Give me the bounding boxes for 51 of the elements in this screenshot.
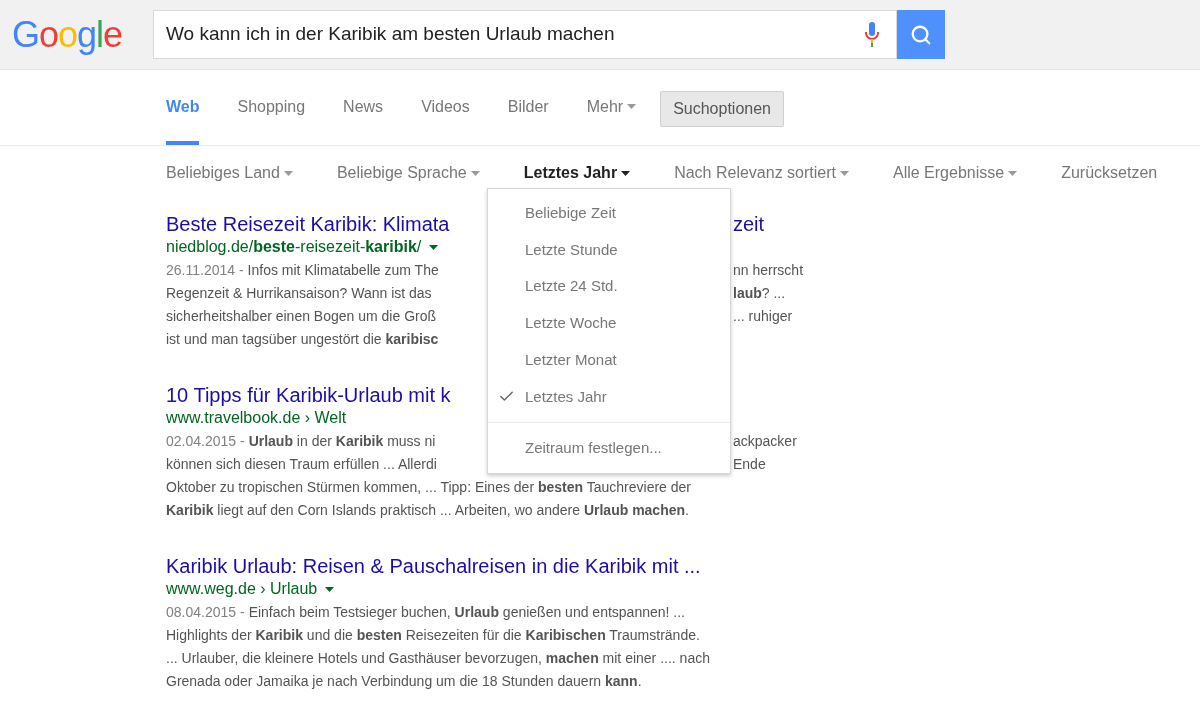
result-snippet: nn herrscht: [733, 261, 804, 280]
nav-tab[interactable]: Web: [166, 72, 200, 145]
nav-tab[interactable]: Bilder: [507, 72, 549, 145]
search-icon: [910, 23, 932, 46]
filter-menu[interactable]: Letztes Jahr: [523, 161, 631, 185]
filter-menu[interactable]: Nach Relevanz sortiert: [674, 161, 849, 185]
result-snippet: Grenada oder Jamaika je nach Verbindung um die 18 Stunden dauern kann.: [166, 672, 642, 691]
search-tools-button[interactable]: Suchoptionen: [660, 90, 784, 127]
search-button[interactable]: [897, 10, 945, 59]
result-date: 02.04.2015 -: [166, 432, 245, 451]
result-snippet: Oktober zu tropischen Stürmen kommen, ... Tipp: Eines der besten Tauchreviere der: [166, 478, 691, 497]
result-url: www.weg.de › Urlaub: [166, 579, 318, 599]
result-snippet: Regenzeit & Hurrikansaison? Wann ist das: [166, 284, 432, 303]
nav-tab[interactable]: Videos: [421, 72, 470, 145]
result-date: 26.11.2014 -: [166, 261, 244, 280]
caret-icon[interactable]: [429, 244, 439, 250]
result-snippet: Urlaub in der Karibik muss ni: [248, 432, 436, 451]
menu-item[interactable]: Letzte Stunde: [525, 238, 618, 262]
result-snippet: können sich diesen Traum erfüllen ... Allerdi: [166, 455, 437, 474]
result-snippet: ... Urlauber, die kleinere Hotels und Gasthäuser bevorzugen, machen mit einer .... nach: [166, 649, 710, 668]
result-snippet: Einfach beim Testsieger buchen, Urlaub genießen und entspannen! ...: [248, 603, 685, 622]
menu-item[interactable]: Letzte 24 Std.: [525, 275, 618, 298]
result-snippet: laub? ...: [733, 284, 786, 303]
search-query: Wo kann ich in der Karibik am besten Urlaub machen: [166, 22, 616, 47]
result-snippet: sicherheitshalber einen Bogen um die Groß: [166, 307, 437, 326]
menu-item[interactable]: Letzte Woche: [525, 312, 617, 335]
filter-menu[interactable]: Beliebiges Land: [166, 161, 293, 185]
nav-tab[interactable]: Shopping: [237, 72, 306, 145]
result-snippet: Infos mit Klimatabelle zum The: [247, 261, 439, 280]
logo[interactable]: Google: [12, 16, 153, 53]
result-snippet: ist und man tagsüber ungestört die karibisc: [166, 330, 439, 349]
menu-item[interactable]: Beliebige Zeit: [525, 202, 616, 225]
menu-item[interactable]: Zeitraum festlegen...: [525, 437, 662, 460]
result-date: 08.04.2015 -: [166, 603, 245, 622]
menu-item[interactable]: Letzter Monat: [525, 348, 617, 372]
filter-menu[interactable]: Zurücksetzen: [1061, 161, 1158, 185]
caret-icon[interactable]: [325, 586, 335, 592]
result-snippet: ackpacker: [733, 432, 797, 451]
result-snippet: Highlights der Karibik und die besten Reisezeiten für die Karibischen Traumstrände.: [166, 626, 700, 645]
microphone-icon[interactable]: [864, 22, 880, 47]
menu-item[interactable]: Letztes Jahr: [525, 385, 607, 409]
result-snippet: Karibik liegt auf den Corn Islands praktisch ... Arbeiten, wo andere Urlaub machen.: [166, 501, 689, 520]
result-url: www.travelbook.de › Welt: [166, 408, 347, 428]
nav-tab[interactable]: Mehr: [586, 72, 637, 145]
result-url: niedblog.de/beste-reisezeit-karibik/: [166, 237, 422, 257]
nav-tab[interactable]: News: [343, 72, 384, 145]
result-snippet: Ende: [733, 455, 766, 474]
filter-menu[interactable]: Alle Ergebnisse: [892, 161, 1018, 185]
result-snippet: ... ruhiger: [733, 307, 793, 326]
search-field[interactable]: Wo kann ich in der Karibik am besten Urlaub machen: [153, 10, 897, 59]
filter-menu[interactable]: Beliebige Sprache: [336, 161, 480, 185]
